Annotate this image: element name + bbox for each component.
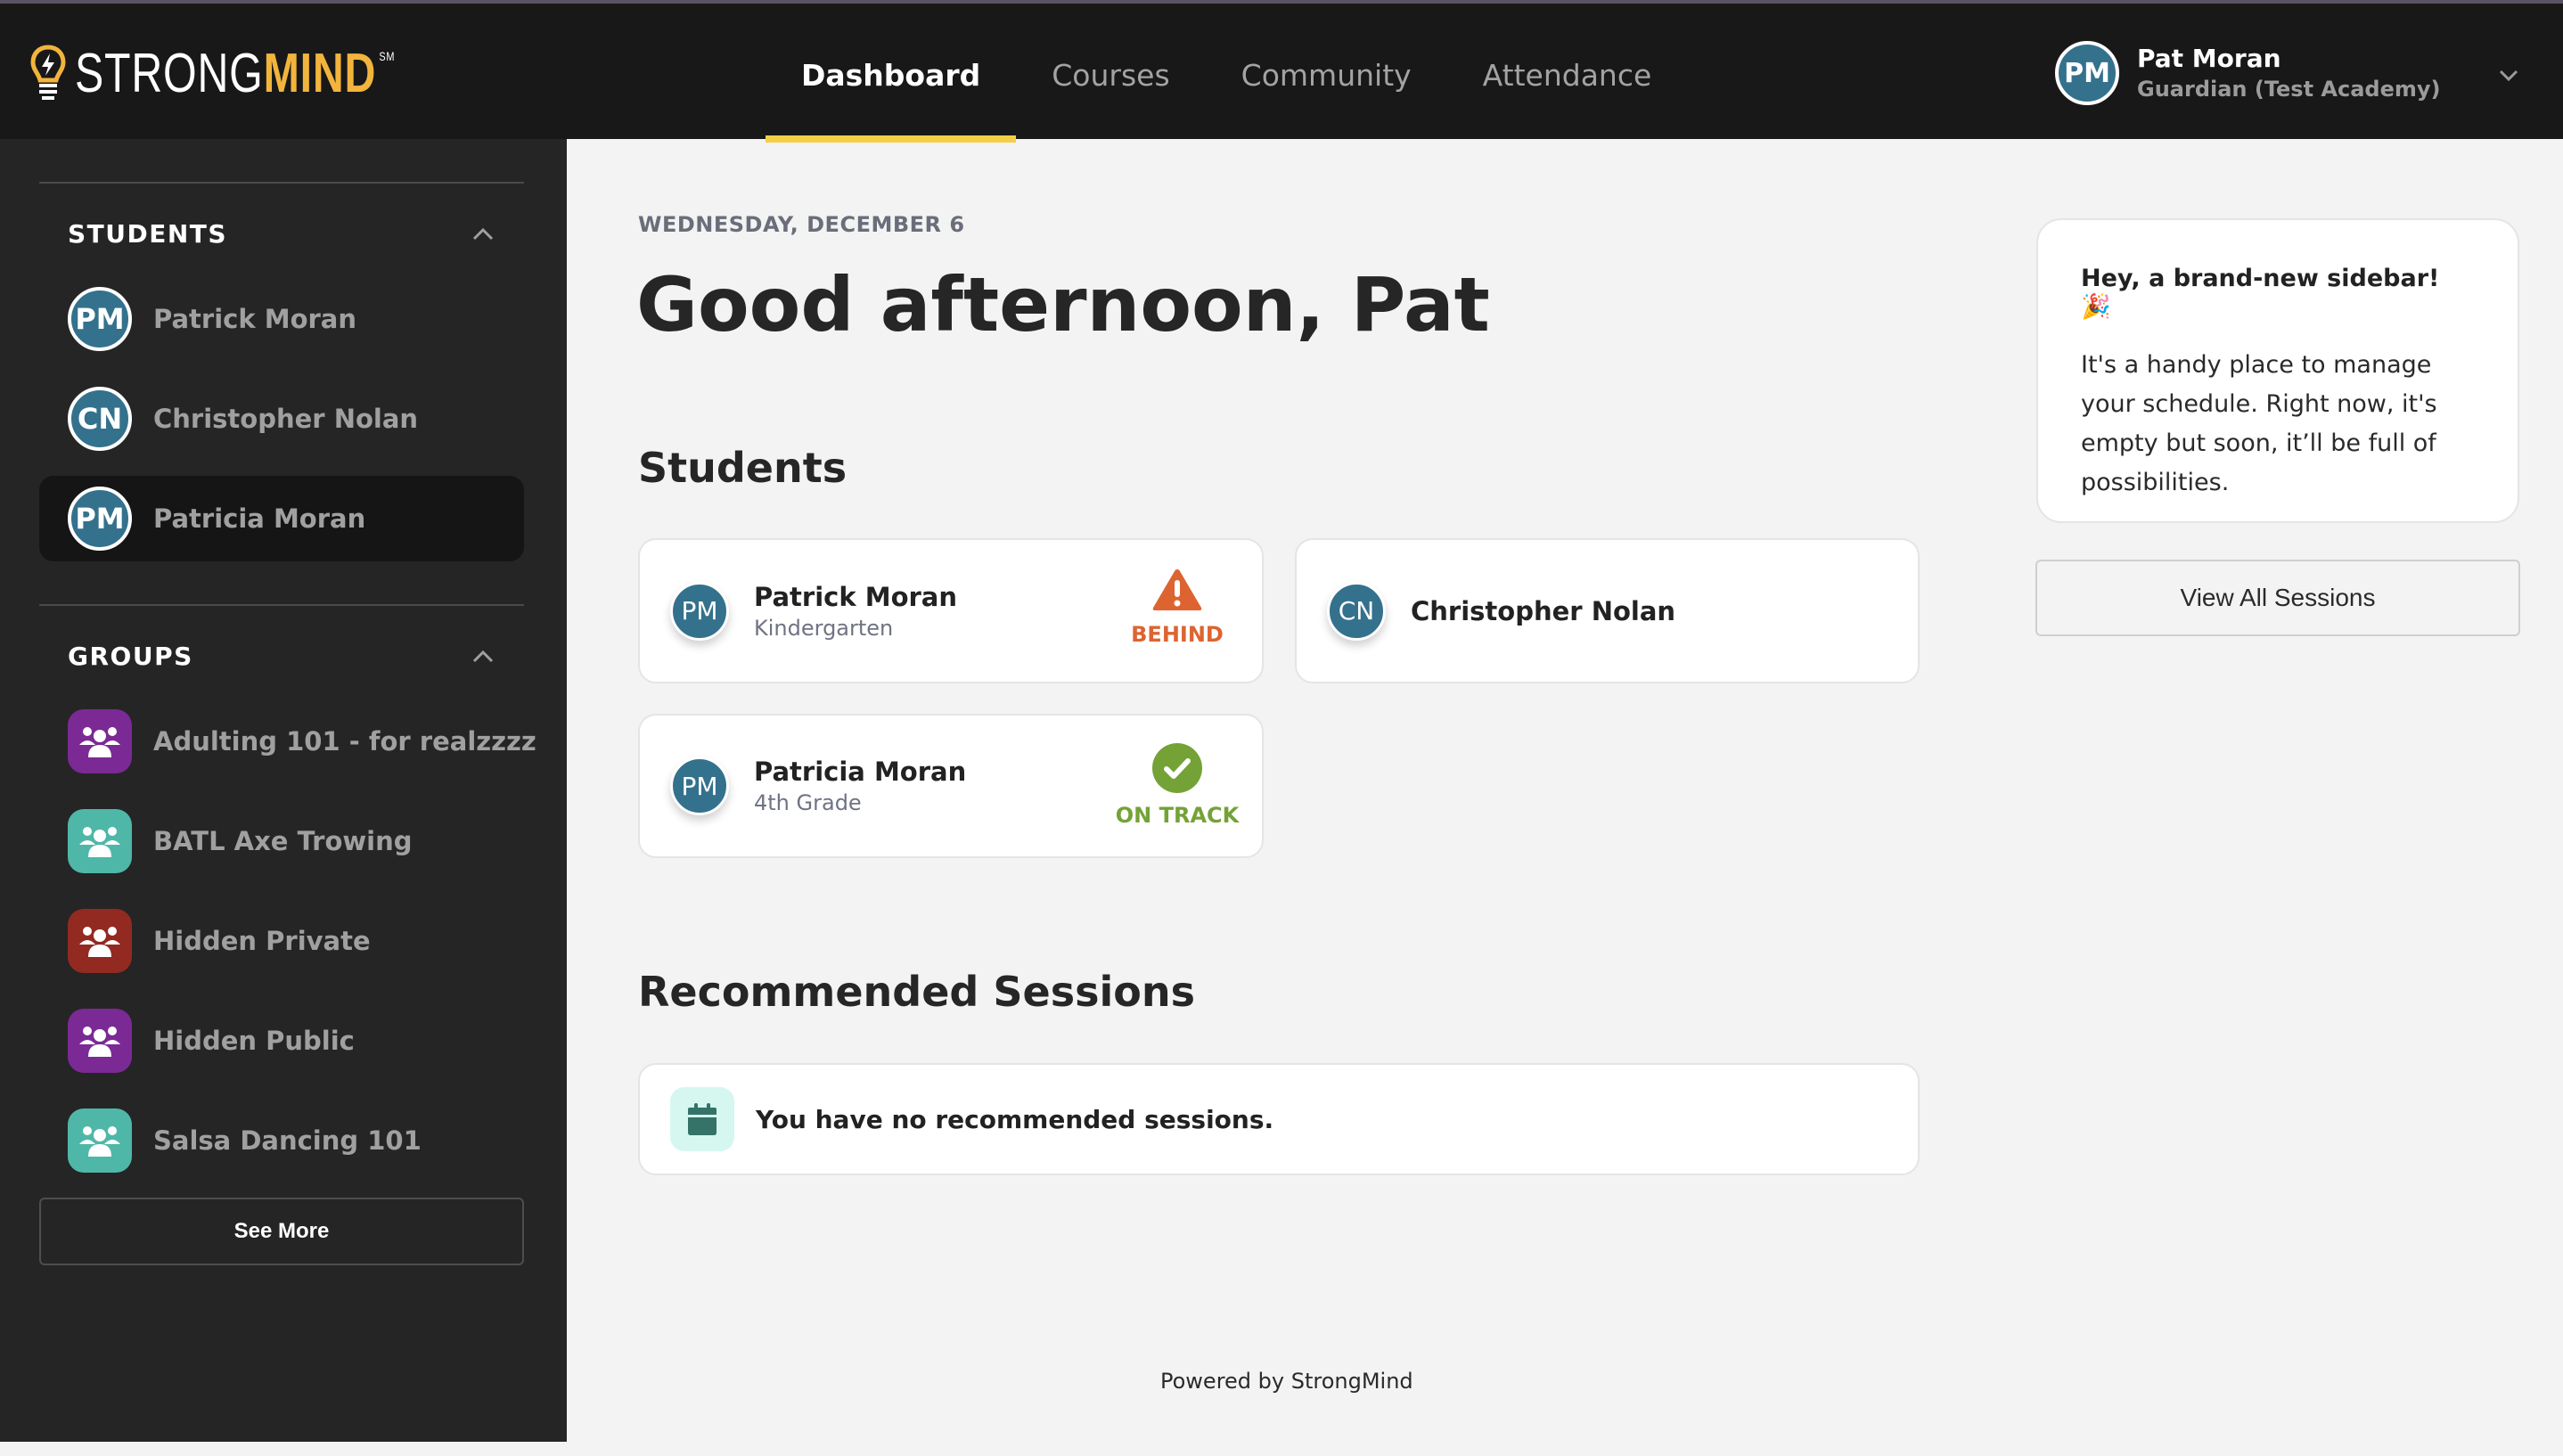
promo-body: It's a handy place to manage your schedu…	[2081, 351, 2437, 496]
nav-tab-community[interactable]: Community	[1206, 7, 1447, 143]
student-card-patrick-moran[interactable]: PM Patrick Moran Kindergarten BEHIND	[638, 538, 1264, 683]
sidebar-group-label: Salsa Dancing 101	[153, 1125, 422, 1156]
student-name: Christopher Nolan	[1411, 595, 1676, 626]
group-icon	[68, 909, 132, 973]
avatar: PM	[68, 287, 132, 351]
sidebar-student-label: Patricia Moran	[153, 503, 366, 534]
groups-section-header[interactable]: GROUPS	[68, 642, 495, 671]
footer-powered-by: Powered by StrongMind	[1160, 1369, 1413, 1394]
group-icon	[68, 709, 132, 773]
logo-service-mark: SM	[379, 49, 396, 63]
sidebar-student-patrick-moran[interactable]: PM Patrick Moran	[39, 276, 524, 362]
student-grade: Kindergarten	[754, 615, 894, 641]
sidebar-student-label: Christopher Nolan	[153, 404, 419, 434]
lightbulb-icon	[30, 45, 66, 100]
sidebar-group-item[interactable]: Salsa Dancing 101	[39, 1098, 524, 1183]
sidebar-student-christopher-nolan[interactable]: CN Christopher Nolan	[39, 376, 524, 462]
group-icon	[68, 1108, 132, 1173]
sidebar-group-item[interactable]: Hidden Public	[39, 998, 524, 1084]
sidebar-group-label: Adulting 101 - for realzzzz	[153, 726, 536, 757]
user-avatar: PM	[2055, 41, 2119, 105]
calendar-icon	[670, 1087, 734, 1151]
sidebar-student-label: Patrick Moran	[153, 304, 357, 334]
student-card-patricia-moran[interactable]: PM Patricia Moran 4th Grade ON TRACK	[638, 714, 1264, 858]
students-section-title: STUDENTS	[68, 219, 228, 249]
top-header: STRONG MIND SM Dashboard Courses Community…	[0, 4, 2563, 143]
promo-title: Hey, a brand-new sidebar! 🎉	[2081, 265, 2440, 321]
recommended-sessions-empty-card: You have no recommended sessions.	[638, 1063, 1920, 1175]
sidebar-group-label: Hidden Private	[153, 926, 371, 956]
group-icon	[68, 1009, 132, 1073]
sidebar-group-item[interactable]: Adulting 101 - for realzzzz	[39, 699, 536, 784]
user-menu[interactable]: PM Pat Moran Guardian (Test Academy)	[2055, 41, 2440, 105]
logo-text-mind: MIND	[263, 43, 377, 104]
avatar: PM	[670, 581, 729, 641]
chevron-down-icon[interactable]	[2495, 64, 2522, 86]
status-badge: ON TRACK	[1110, 742, 1244, 828]
recommended-sessions-heading: Recommended Sessions	[638, 968, 1195, 1016]
nav-tab-dashboard[interactable]: Dashboard	[766, 7, 1017, 143]
avatar: CN	[68, 387, 132, 451]
main-nav: Dashboard Courses Community Attendance	[766, 7, 1687, 143]
avatar: PM	[670, 757, 729, 815]
student-grade: 4th Grade	[754, 790, 862, 815]
status-label: ON TRACK	[1115, 803, 1240, 828]
groups-section-title: GROUPS	[68, 642, 193, 671]
sidebar-group-label: BATL Axe Trowing	[153, 826, 413, 856]
see-more-button[interactable]: See More	[39, 1198, 524, 1265]
sidebar-student-patricia-moran[interactable]: PM Patricia Moran	[39, 476, 524, 561]
strongmind-logo[interactable]: STRONG MIND SM	[30, 43, 486, 105]
chevron-up-icon[interactable]	[471, 648, 495, 666]
recommended-empty-message: You have no recommended sessions.	[756, 1104, 1274, 1134]
sidebar-group-item[interactable]: BATL Axe Trowing	[39, 798, 524, 884]
sidebar: STUDENTS PM Patrick Moran CN Christopher…	[0, 139, 567, 1442]
student-card-christopher-nolan[interactable]: CN Christopher Nolan	[1295, 538, 1920, 683]
sidebar-group-label: Hidden Public	[153, 1026, 355, 1056]
students-section-header[interactable]: STUDENTS	[68, 219, 495, 249]
sidebar-divider	[39, 604, 524, 606]
user-role: Guardian (Test Academy)	[2137, 77, 2441, 102]
logo-text-strong: STRONG	[75, 43, 264, 104]
warning-icon	[1152, 569, 1202, 610]
student-name: Patrick Moran	[754, 581, 958, 612]
user-name: Pat Moran	[2137, 44, 2281, 73]
view-all-sessions-button[interactable]: View All Sessions	[2035, 560, 2520, 636]
status-label: BEHIND	[1131, 622, 1224, 647]
sidebar-promo-card: Hey, a brand-new sidebar! 🎉 It's a handy…	[2036, 218, 2519, 523]
avatar: PM	[68, 487, 132, 551]
current-date: WEDNESDAY, DECEMBER 6	[638, 212, 965, 237]
sidebar-group-item[interactable]: Hidden Private	[39, 898, 524, 984]
avatar: CN	[1327, 581, 1386, 641]
check-circle-icon	[1152, 743, 1202, 793]
nav-tab-courses[interactable]: Courses	[1016, 7, 1205, 143]
student-name: Patricia Moran	[754, 757, 967, 787]
group-icon	[68, 809, 132, 873]
chevron-up-icon[interactable]	[471, 225, 495, 243]
sidebar-divider	[39, 182, 524, 184]
status-badge: BEHIND	[1119, 567, 1235, 647]
nav-tab-attendance[interactable]: Attendance	[1447, 7, 1688, 143]
page-title: Good afternoon, Pat	[636, 261, 1490, 348]
students-heading: Students	[638, 444, 848, 492]
